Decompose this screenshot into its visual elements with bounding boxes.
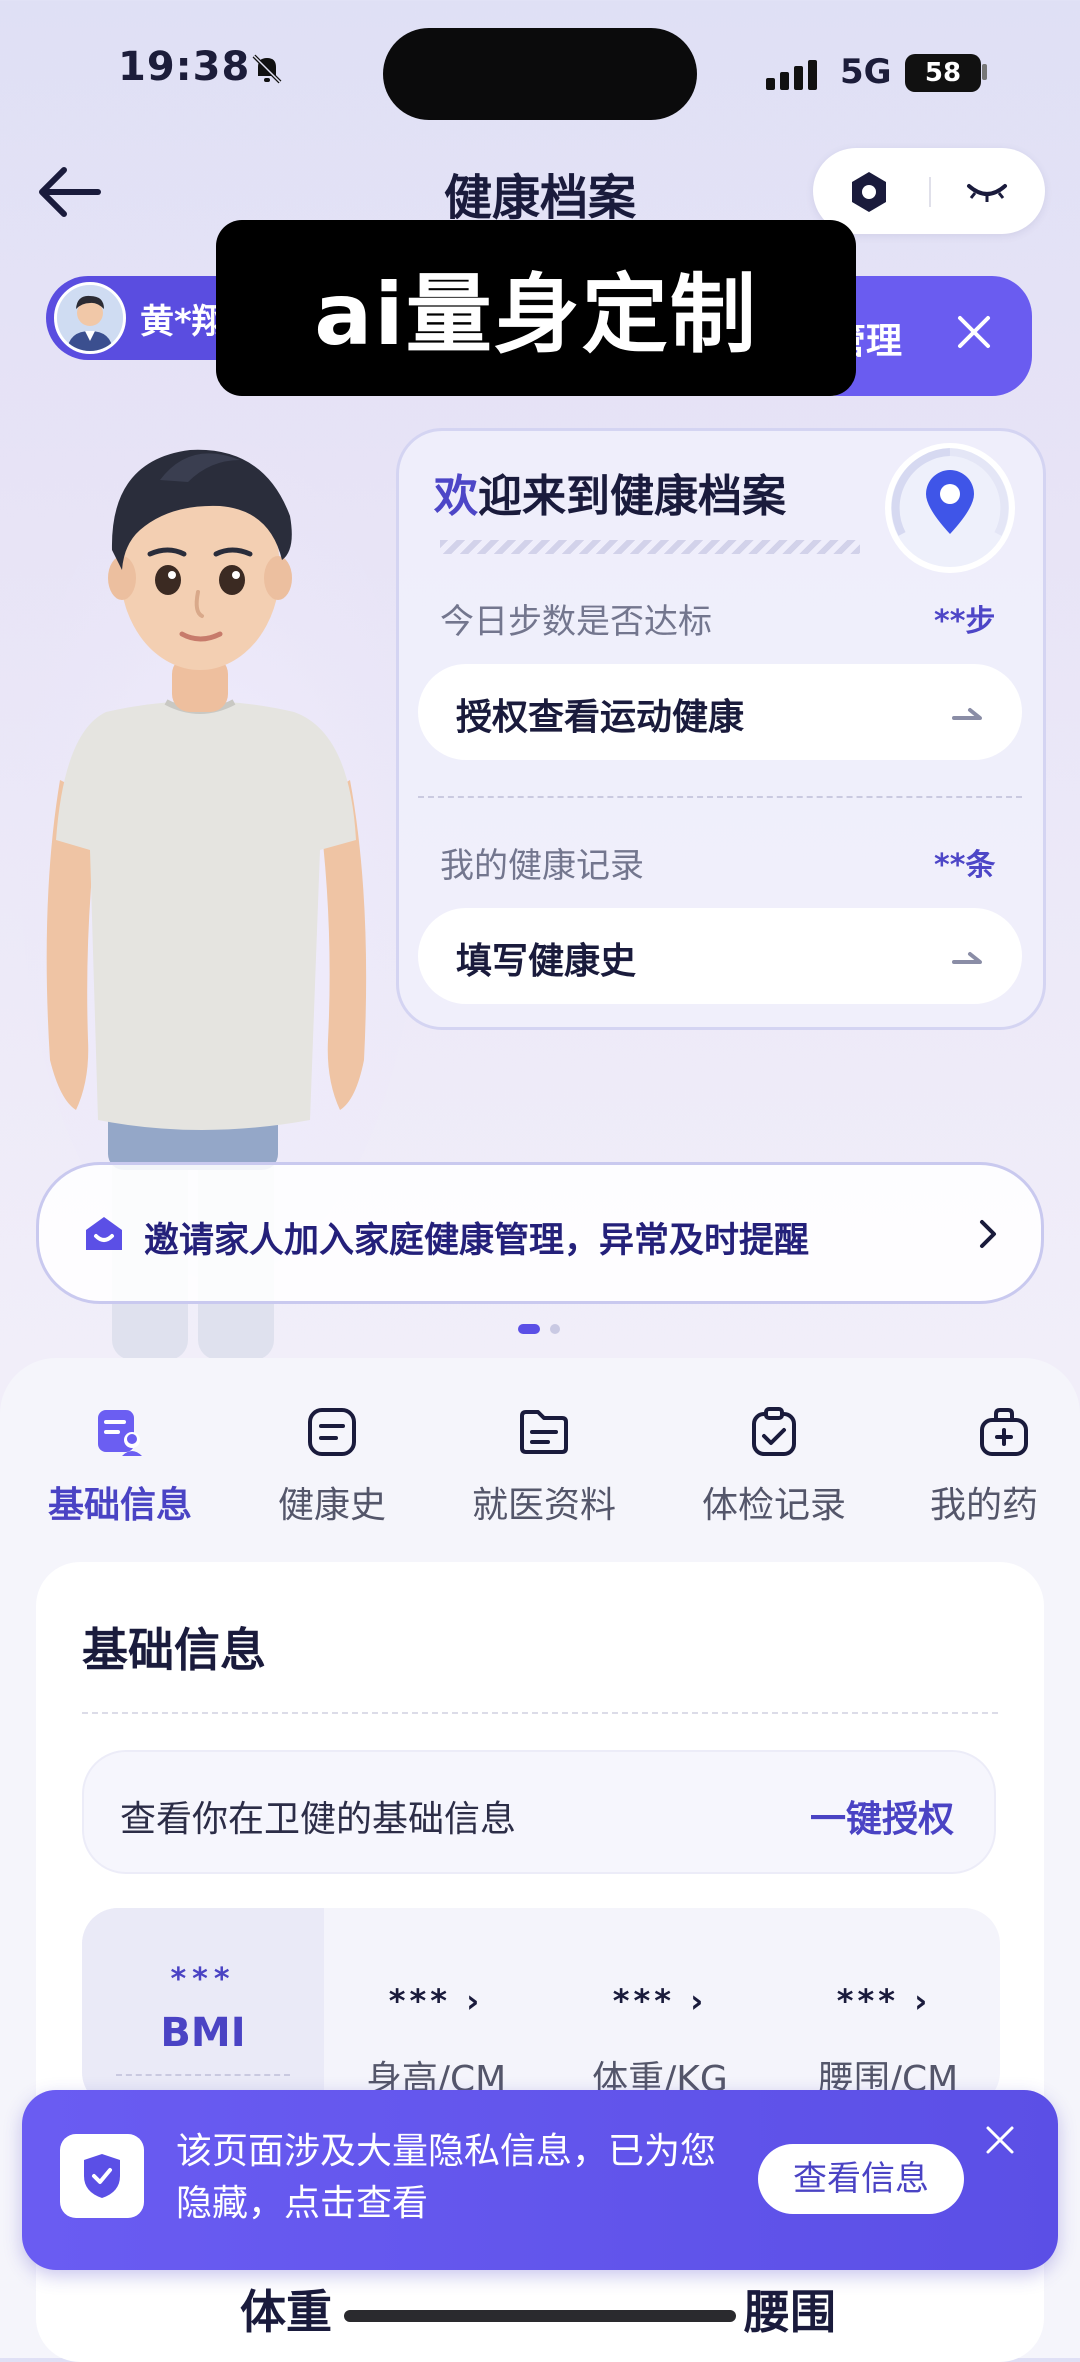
capsule-divider: [929, 177, 931, 207]
bmi-panel: [82, 1908, 324, 2108]
shield-check-icon: [84, 2154, 120, 2198]
tab-basic-info[interactable]: 基础信息: [20, 1476, 220, 1528]
arrow-right-icon: [952, 708, 982, 720]
location-pin-icon: [885, 443, 1015, 573]
bell-muted-icon: [252, 54, 282, 84]
waist-section-title: 腰围: [744, 2285, 836, 2339]
caption-overlay-text: ai量身定制: [314, 265, 758, 365]
home-indicator[interactable]: [344, 2310, 736, 2322]
medicine-bag-icon: [980, 1408, 1028, 1456]
tab-health-history[interactable]: 健康史: [232, 1476, 432, 1528]
weight-section-title: 体重: [240, 2285, 332, 2339]
fill-history-label: 填写健康史: [456, 941, 637, 982]
checklist-icon: [752, 1407, 796, 1456]
home-shield-icon: [86, 1217, 122, 1250]
battery-icon: 58: [905, 54, 981, 92]
chevron-right-icon: [980, 1220, 996, 1248]
folder-icon: [520, 1410, 568, 1454]
tab-medical-records[interactable]: 就医资料: [444, 1476, 644, 1528]
tab-checkup-records[interactable]: 体检记录: [674, 1476, 874, 1528]
view-info-button[interactable]: 查看信息: [758, 2144, 964, 2214]
carousel-dot: [550, 1324, 560, 1334]
invite-text: 邀请家人加入家庭健康管理，异常及时提醒: [144, 1221, 810, 1261]
bmi-value: ***: [170, 1962, 236, 1997]
bmi-divider: [116, 2074, 290, 2076]
status-time: 19:38: [118, 44, 251, 90]
avatar: [54, 282, 126, 354]
privacy-text: 该页面涉及大量隐私信息，已为您隐藏，点击查看: [176, 2131, 717, 2224]
card-divider: [82, 1712, 998, 1714]
card-divider: [418, 796, 1022, 798]
one-click-authorize-link[interactable]: 一键授权: [810, 1790, 954, 1842]
bmi-label: BMI: [160, 2010, 246, 2056]
waist-value[interactable]: *** ›: [784, 1982, 984, 2020]
records-value: **条: [934, 848, 996, 883]
steps-label: 今日步数是否达标: [440, 602, 712, 642]
authorize-row-text: 查看你在卫健的基础信息: [120, 1799, 517, 1840]
steps-value: **步: [934, 604, 996, 639]
minimize-icon[interactable]: [965, 180, 1009, 204]
welcome-title: 欢迎来到健康档案: [434, 460, 786, 524]
authorize-fitness-label: 授权查看运动健康: [456, 697, 745, 738]
close-icon[interactable]: [984, 2124, 1016, 2156]
profile-card-icon: [98, 1410, 142, 1456]
weight-value[interactable]: *** ›: [560, 1982, 760, 2020]
dynamic-island: [383, 28, 697, 120]
records-label: 我的健康记录: [440, 846, 644, 886]
user-name: 黄*翔: [140, 302, 226, 342]
notes-icon: [308, 1408, 356, 1456]
basic-info-title: 基础信息: [82, 1623, 266, 1677]
carousel-dot-active: [518, 1324, 540, 1334]
welcome-title-highlight: 欢: [434, 471, 478, 522]
welcome-title-rest: 迎来到健康档案: [478, 471, 786, 522]
network-type: 5G: [840, 52, 892, 92]
battery-cap: [982, 64, 987, 80]
close-icon[interactable]: [956, 314, 992, 350]
signal-icon: [766, 56, 826, 90]
arrow-right-icon: [952, 952, 982, 964]
more-options-icon[interactable]: [847, 170, 891, 214]
tab-my-medicine[interactable]: 我的药: [900, 1476, 1080, 1528]
height-value[interactable]: *** ›: [336, 1982, 536, 2020]
decorative-stripe: [440, 540, 860, 554]
